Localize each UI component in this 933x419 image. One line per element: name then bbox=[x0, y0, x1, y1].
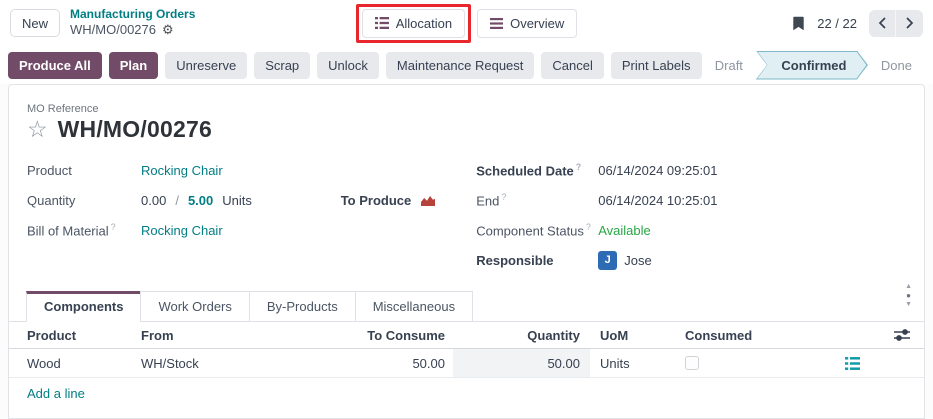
optional-columns-icon[interactable] bbox=[894, 328, 910, 342]
notebook-tabs: Components Work Orders By-Products Misce… bbox=[9, 291, 924, 322]
field-end-date: End? 06/14/2024 10:25:01 bbox=[476, 185, 906, 215]
quantity-uom: Units bbox=[222, 193, 252, 208]
help-icon: ? bbox=[111, 222, 116, 232]
row-to-consume-value[interactable]: 50.00 bbox=[309, 349, 453, 377]
allocation-button[interactable]: Allocation bbox=[362, 9, 465, 38]
chevron-left-icon bbox=[878, 17, 887, 29]
new-button[interactable]: New bbox=[10, 9, 60, 37]
top-bar: New Manufacturing Orders WH/MO/00276 ⚙ A… bbox=[0, 0, 933, 46]
responsible-label: Responsible bbox=[476, 253, 598, 268]
field-product: Product Rocking Chair bbox=[27, 155, 440, 185]
record-pager-count: 22 / 22 bbox=[817, 16, 857, 31]
table-row[interactable]: Wood WH/Stock 50.00 50.00 Units bbox=[9, 349, 924, 378]
forecast-chart-icon[interactable] bbox=[420, 194, 436, 207]
product-value-link[interactable]: Rocking Chair bbox=[141, 163, 223, 178]
plan-button[interactable]: Plan bbox=[109, 52, 158, 79]
row-from-value[interactable]: WH/Stock bbox=[141, 349, 309, 377]
field-scheduled-date: Scheduled Date? 06/14/2024 09:25:01 bbox=[476, 155, 906, 185]
field-bom: Bill of Material? Rocking Chair bbox=[27, 215, 440, 245]
components-table-header: Product From To Consume Quantity UoM Con… bbox=[9, 322, 924, 349]
tab-by-products[interactable]: By-Products bbox=[249, 291, 356, 322]
column-quantity[interactable]: Quantity bbox=[453, 322, 590, 348]
breadcrumb: Manufacturing Orders WH/MO/00276 ⚙ bbox=[70, 7, 195, 38]
overview-button[interactable]: Overview bbox=[477, 9, 577, 38]
unlock-button[interactable]: Unlock bbox=[317, 52, 379, 79]
column-product[interactable]: Product bbox=[9, 322, 141, 348]
tab-miscellaneous[interactable]: Miscellaneous bbox=[355, 291, 473, 322]
column-to-consume[interactable]: To Consume bbox=[309, 322, 453, 348]
tab-components[interactable]: Components bbox=[26, 291, 141, 322]
component-status-value: Available bbox=[598, 223, 651, 238]
breadcrumb-current: WH/MO/00276 bbox=[70, 22, 156, 38]
tab-work-orders[interactable]: Work Orders bbox=[140, 291, 249, 322]
bom-value-link[interactable]: Rocking Chair bbox=[141, 223, 223, 238]
print-labels-button[interactable]: Print Labels bbox=[611, 52, 702, 79]
scheduled-date-label: Scheduled Date? bbox=[476, 162, 598, 178]
control-panel: Produce All Plan Unreserve Scrap Unlock … bbox=[0, 46, 933, 84]
status-draft[interactable]: Draft bbox=[702, 58, 756, 73]
quantity-total-value[interactable]: 5.00 bbox=[188, 193, 213, 208]
mo-reference-title: WH/MO/00276 bbox=[58, 116, 212, 143]
responsible-avatar[interactable]: J bbox=[598, 251, 617, 270]
field-component-status: Component Status? Available bbox=[476, 215, 906, 245]
mo-reference-label: MO Reference bbox=[27, 103, 906, 115]
next-record-button[interactable] bbox=[896, 10, 923, 37]
column-from[interactable]: From bbox=[141, 322, 309, 348]
responsible-name[interactable]: Jose bbox=[624, 253, 651, 268]
register-components-icon[interactable] bbox=[845, 357, 860, 370]
list-bullets-icon bbox=[375, 17, 389, 29]
record-pager bbox=[869, 10, 923, 37]
chevron-right-icon bbox=[905, 17, 914, 29]
previous-record-button[interactable] bbox=[869, 10, 896, 37]
list-scroll-pager: ▲ ● ▼ bbox=[905, 283, 912, 308]
status-done[interactable]: Done bbox=[868, 58, 925, 73]
overview-label: Overview bbox=[510, 16, 564, 31]
help-icon: ? bbox=[501, 192, 506, 202]
form-view-background: MO Reference ☆ WH/MO/00276 Product Rocki… bbox=[0, 84, 933, 419]
scroll-dot-icon: ● bbox=[906, 291, 911, 300]
row-product-value[interactable]: Wood bbox=[9, 349, 141, 377]
bookmark-icon[interactable] bbox=[792, 16, 805, 31]
product-label: Product bbox=[27, 163, 141, 178]
status-confirmed-label: Confirmed bbox=[757, 52, 866, 79]
bom-label: Bill of Material? bbox=[27, 222, 141, 238]
maintenance-request-button[interactable]: Maintenance Request bbox=[386, 52, 534, 79]
help-icon: ? bbox=[586, 222, 591, 232]
quantity-done-value[interactable]: 0.00 bbox=[141, 193, 166, 208]
allocation-label: Allocation bbox=[396, 16, 452, 31]
status-confirmed[interactable]: Confirmed bbox=[756, 51, 868, 80]
form-sheet: MO Reference ☆ WH/MO/00276 Product Rocki… bbox=[8, 84, 925, 419]
component-status-label: Component Status? bbox=[476, 222, 598, 238]
row-quantity-value[interactable]: 50.00 bbox=[453, 349, 590, 377]
help-icon: ? bbox=[576, 162, 582, 172]
produce-all-button[interactable]: Produce All bbox=[8, 52, 102, 79]
field-responsible: Responsible J Jose bbox=[476, 245, 906, 275]
scroll-up-icon[interactable]: ▲ bbox=[905, 283, 912, 290]
column-uom[interactable]: UoM bbox=[590, 322, 677, 348]
add-a-line-link[interactable]: Add a line bbox=[9, 378, 924, 409]
end-label: End? bbox=[476, 192, 598, 208]
column-consumed[interactable]: Consumed bbox=[677, 322, 799, 348]
quantity-label: Quantity bbox=[27, 193, 141, 208]
status-bar: Draft Confirmed Done bbox=[702, 51, 925, 80]
quantity-separator: / bbox=[175, 193, 179, 208]
row-uom-value: Units bbox=[590, 349, 677, 377]
menu-bars-icon bbox=[490, 18, 503, 29]
favorite-star-icon[interactable]: ☆ bbox=[27, 118, 48, 141]
scroll-down-icon[interactable]: ▼ bbox=[905, 301, 912, 308]
end-date-value[interactable]: 06/14/2024 10:25:01 bbox=[598, 193, 717, 208]
field-quantity: Quantity 0.00 / 5.00 Units To Produce bbox=[27, 185, 440, 215]
allocation-highlight-box: Allocation bbox=[356, 4, 471, 43]
breadcrumb-parent[interactable]: Manufacturing Orders bbox=[70, 7, 195, 22]
cancel-button[interactable]: Cancel bbox=[541, 52, 603, 79]
scheduled-date-value[interactable]: 06/14/2024 09:25:01 bbox=[598, 163, 717, 178]
gear-icon[interactable]: ⚙ bbox=[162, 22, 174, 38]
consumed-checkbox[interactable] bbox=[685, 356, 699, 370]
to-produce-label: To Produce bbox=[341, 193, 412, 208]
unreserve-button[interactable]: Unreserve bbox=[165, 52, 247, 79]
scrap-button[interactable]: Scrap bbox=[254, 52, 310, 79]
